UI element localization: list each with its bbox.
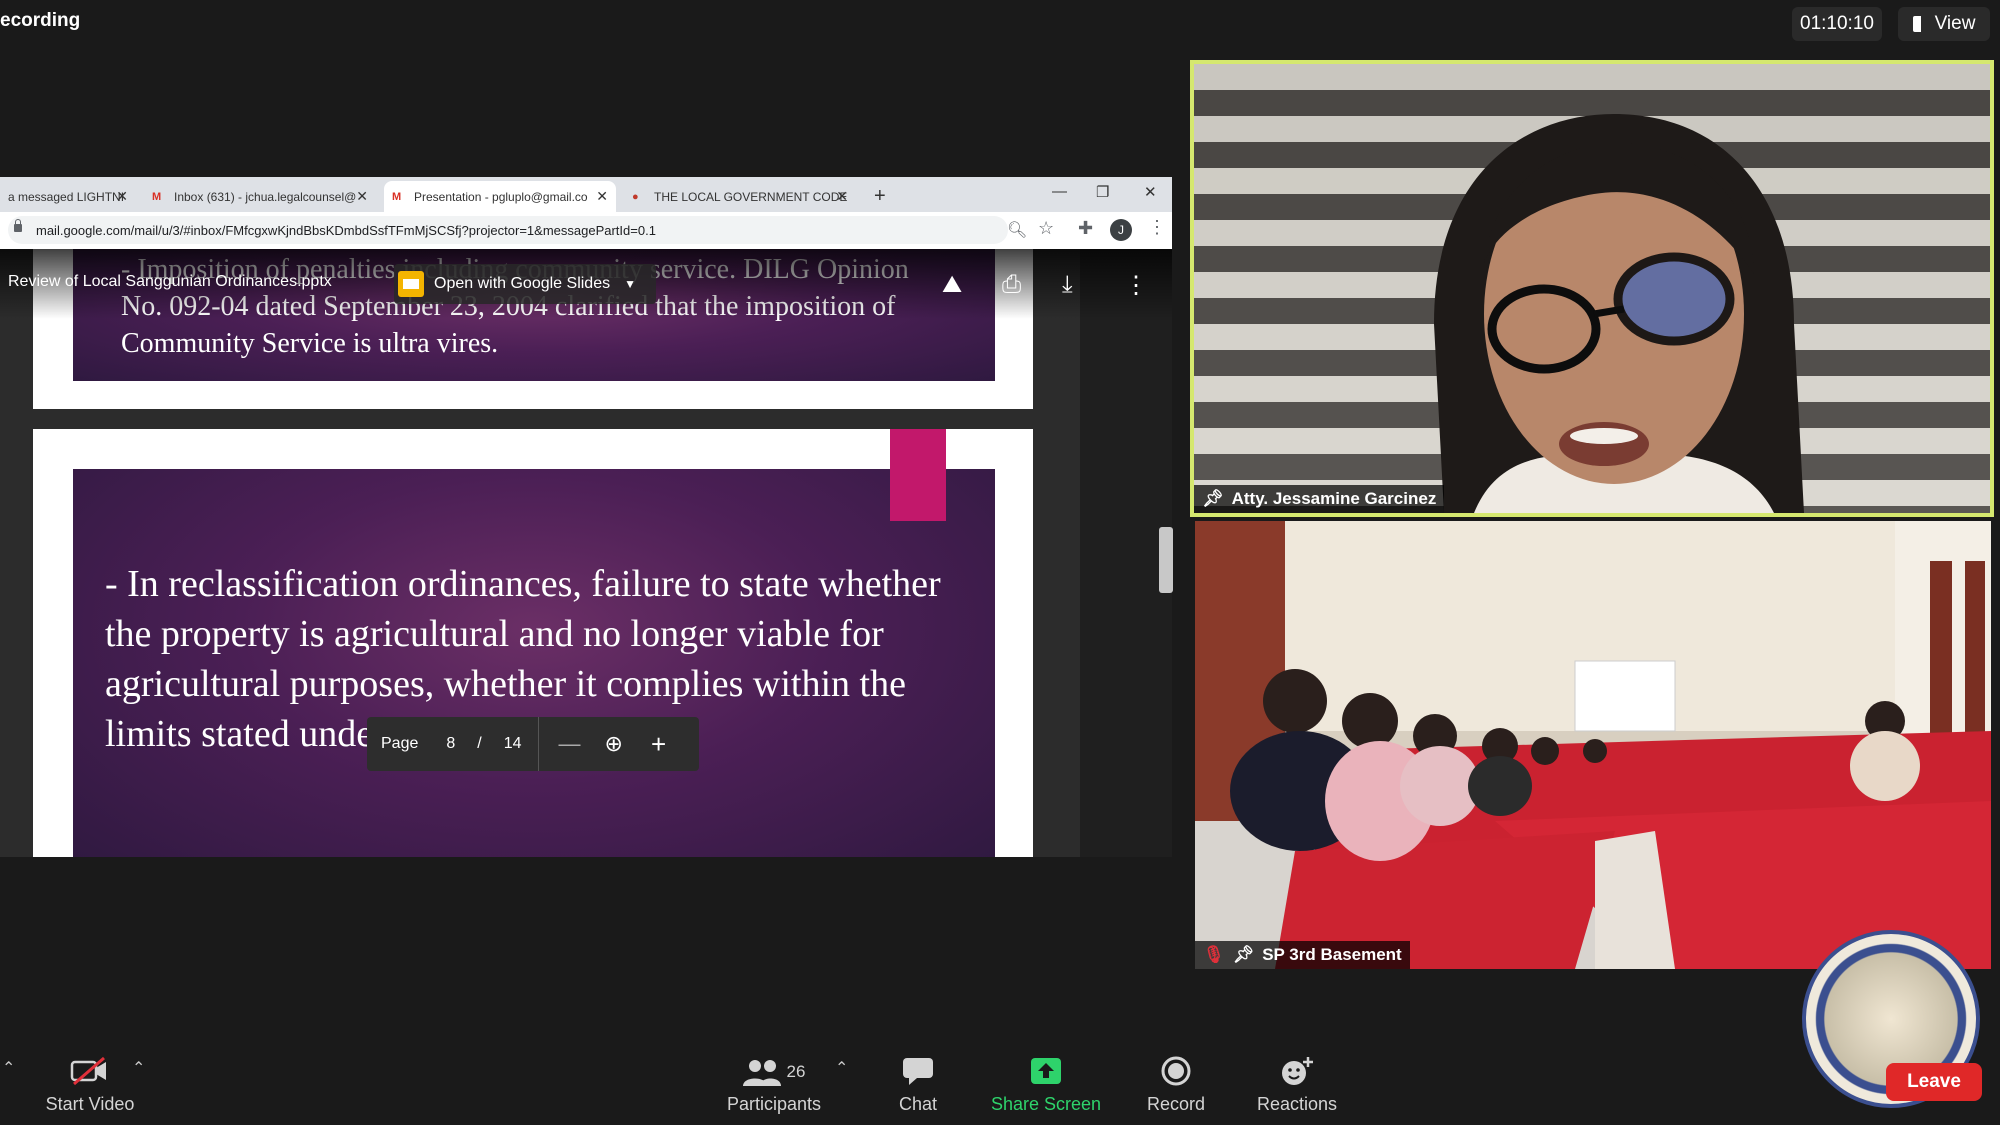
browser-tab-active[interactable]: M Presentation - pgluplo@gmail.co ✕: [384, 181, 616, 212]
open-with-slides-button[interactable]: Open with Google Slides ▼: [394, 264, 656, 304]
page-total: 14: [503, 735, 522, 752]
participants-icon: [742, 1060, 781, 1086]
slide-accent-block: [890, 429, 946, 521]
gmail-icon: M: [152, 190, 162, 203]
chat-label: Chat: [898, 1094, 938, 1114]
tab-label: a messaged LIGHTNI: [8, 189, 125, 204]
page-current[interactable]: 8: [446, 735, 455, 753]
participant-name: Atty. Jessamine Garcinez: [1231, 489, 1437, 508]
page-separator: /: [477, 735, 482, 752]
participants-label: Participants: [726, 1094, 822, 1114]
close-window-icon[interactable]: ✕: [1144, 183, 1157, 201]
lock-icon[interactable]: [14, 219, 22, 232]
more-options-icon[interactable]: ⋮: [1124, 271, 1148, 300]
open-with-label: Open with Google Slides: [434, 275, 611, 292]
recording-label: ecording: [0, 10, 81, 31]
participant-name: SP 3rd Basement: [1262, 945, 1402, 964]
view-label: View: [1934, 13, 1976, 34]
profile-avatar[interactable]: J: [1110, 219, 1132, 241]
start-video-label: Start Video: [45, 1094, 135, 1114]
tab-close-icon[interactable]: ✕: [356, 188, 368, 205]
tab-close-icon[interactable]: ✕: [596, 188, 608, 205]
slide-content: - In reclassification ordinances, failur…: [73, 469, 995, 857]
download-icon[interactable]: ⤓: [1062, 271, 1073, 299]
google-slides-icon: [398, 271, 424, 297]
page-label: Page: [381, 735, 419, 752]
zoom-out-icon[interactable]: —: [559, 731, 581, 757]
zoom-icon[interactable]: 🔍︎: [1007, 220, 1027, 240]
tab-label: THE LOCAL GOVERNMENT CODE: [654, 189, 848, 204]
record-button[interactable]: Record: [1136, 1040, 1216, 1125]
tab-close-icon[interactable]: ✕: [116, 188, 128, 205]
leave-button[interactable]: Leave: [1886, 1063, 1982, 1101]
tab-close-icon[interactable]: ✕: [836, 188, 848, 205]
zoom-in-icon[interactable]: +: [651, 729, 666, 760]
new-tab-button[interactable]: +: [866, 181, 896, 212]
participants-count: 26: [786, 1062, 806, 1081]
browser-tab-bar: a messaged LIGHTNI ✕ M Inbox (631) - jch…: [0, 177, 1172, 212]
chat-button[interactable]: Chat: [878, 1040, 958, 1125]
speaker-video: [1434, 114, 1804, 513]
restore-icon[interactable]: ❐: [1096, 183, 1109, 201]
record-label: Record: [1146, 1094, 1206, 1114]
viewer-header: Review of Local Sanggunian Ordinances.pp…: [0, 249, 1172, 319]
browser-tab[interactable]: M Inbox (631) - jchua.legalcounsel@ ✕: [144, 181, 376, 212]
audio-options-chevron-icon[interactable]: ⌃: [2, 1058, 15, 1078]
print-icon[interactable]: ⎙: [1002, 271, 1021, 299]
video-tile-active-speaker[interactable]: 📌︎ Atty. Jessamine Garcinez: [1190, 60, 1994, 517]
reactions-icon: [1282, 1057, 1313, 1085]
reactions-label: Reactions: [1256, 1094, 1338, 1114]
browser-tab[interactable]: a messaged LIGHTNI ✕: [0, 181, 136, 212]
url-field[interactable]: mail.google.com/mail/u/3/#inbox/FMfcgxwK…: [8, 216, 1008, 244]
view-icon: [1912, 16, 1927, 32]
participant-name-tag: 📌︎ Atty. Jessamine Garcinez: [1194, 485, 1445, 513]
share-screen-label: Share Screen: [990, 1094, 1102, 1114]
extensions-icon[interactable]: ✚: [1078, 218, 1093, 239]
slide-page: - In reclassification ordinances, failur…: [33, 429, 1033, 857]
zoom-icon[interactable]: ⊕: [605, 731, 623, 757]
pin-icon: 📌︎: [1202, 489, 1224, 508]
view-button[interactable]: View: [1898, 7, 1990, 41]
page-controls: Page 8 / 14 — ⊕ +: [367, 717, 699, 771]
video-tile-room[interactable]: 🎙︎ 📌︎ SP 3rd Basement: [1195, 521, 1991, 969]
gov-seal-icon: ●: [632, 190, 639, 203]
minimize-icon[interactable]: —: [1052, 183, 1067, 200]
participant-name-tag: 🎙︎ 📌︎ SP 3rd Basement: [1195, 941, 1410, 969]
address-bar-row: mail.google.com/mail/u/3/#inbox/FMfcgxwK…: [0, 212, 1172, 250]
start-video-button[interactable]: Start Video: [30, 1040, 150, 1125]
bookmark-star-icon[interactable]: ☆: [1038, 218, 1054, 239]
record-icon: [1161, 1056, 1191, 1086]
viewer-scrollbar[interactable]: [1159, 527, 1173, 593]
url-text: mail.google.com/mail/u/3/#inbox/FMfcgxwK…: [36, 222, 656, 238]
share-screen-button[interactable]: Share Screen: [980, 1040, 1112, 1125]
tab-label: Presentation - pgluplo@gmail.co: [414, 189, 588, 204]
video-off-icon: [70, 1056, 106, 1086]
room-video: [1195, 521, 1991, 969]
meeting-toolbar: ⌃ Start Video ⌃ 26 Participants ⌃ Chat S…: [0, 1040, 2000, 1125]
gmail-icon: M: [392, 190, 402, 203]
browser-menu-icon[interactable]: ⋮: [1148, 217, 1166, 238]
document-title: Review of Local Sanggunian Ordinances.pp…: [8, 273, 332, 290]
pin-icon: 📌︎: [1232, 945, 1255, 964]
participants-options-chevron-icon[interactable]: ⌃: [835, 1058, 848, 1078]
meeting-timer: 01:10:10: [1792, 7, 1882, 41]
chevron-down-icon[interactable]: ▼: [624, 277, 636, 291]
muted-mic-icon: 🎙︎: [1203, 945, 1225, 964]
reactions-button[interactable]: Reactions: [1246, 1040, 1348, 1125]
video-options-chevron-icon[interactable]: ⌃: [132, 1058, 145, 1078]
chat-icon: [903, 1058, 933, 1085]
add-to-drive-icon[interactable]: ⛰: [942, 271, 962, 299]
tab-label: Inbox (631) - jchua.legalcounsel@: [174, 189, 357, 204]
divider: [537, 717, 539, 771]
participants-button[interactable]: 26 Participants: [712, 1040, 836, 1125]
share-screen-icon: [1031, 1058, 1061, 1084]
browser-tab[interactable]: ● THE LOCAL GOVERNMENT CODE ✕: [624, 181, 856, 212]
